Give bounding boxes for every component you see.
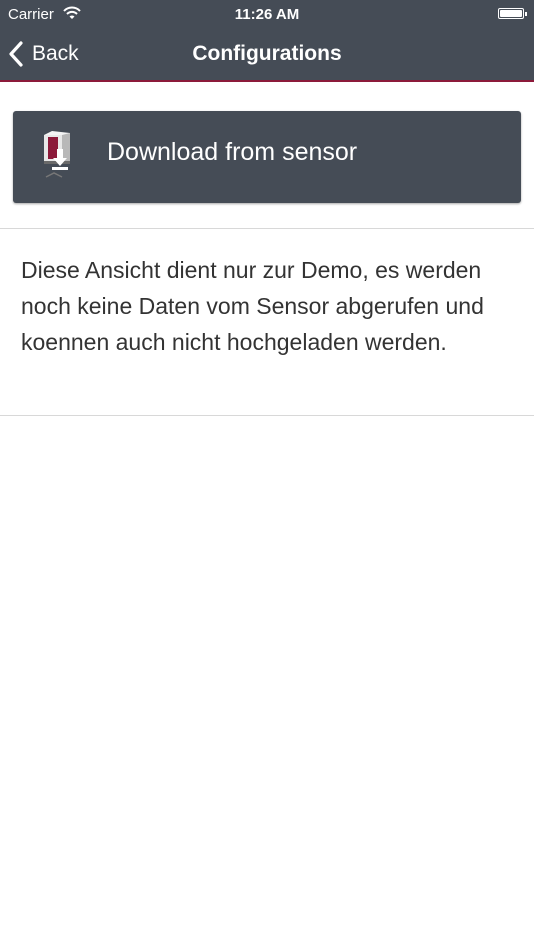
navigation-bar: Back Configurations (0, 28, 534, 80)
download-button-label: Download from sensor (107, 138, 358, 166)
divider (0, 415, 534, 416)
demo-notice-text: Diese Ansicht dient nur zur Demo, es wer… (21, 257, 484, 355)
status-bar: Carrier 11:26 AM (0, 0, 534, 28)
download-from-sensor-button[interactable]: Download from sensor (13, 111, 521, 203)
status-time: 11:26 AM (234, 6, 300, 23)
top-bar: Carrier 11:26 AM Back Configurations (0, 0, 534, 82)
sensor-download-icon (44, 131, 70, 178)
battery-icon (498, 8, 527, 19)
page-title: Configurations (192, 42, 342, 65)
divider (0, 228, 534, 229)
